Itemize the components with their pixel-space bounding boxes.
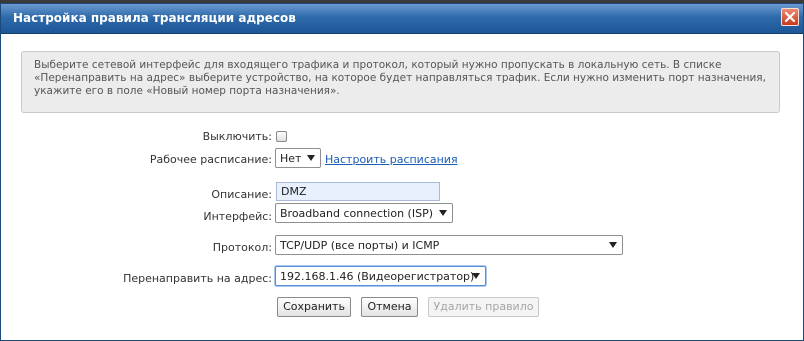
interface-select[interactable]: Broadband connection (ISP) [275, 203, 453, 223]
schedule-select-value: Нет [280, 152, 302, 165]
chevron-down-icon [439, 210, 447, 216]
disable-label: Выключить: [202, 130, 272, 143]
close-icon [784, 11, 796, 23]
redirect-select[interactable]: 192.168.1.46 (Видеорегистратор) [275, 266, 486, 286]
cancel-button[interactable]: Отмена [361, 297, 418, 317]
dialog-titlebar: Настройка правила трансляции адресов [1, 4, 803, 34]
redirect-label: Перенаправить на адрес: [123, 272, 272, 285]
interface-select-value: Broadband connection (ISP) [280, 207, 434, 220]
chevron-down-icon [609, 242, 617, 248]
configure-schedules-link[interactable]: Настроить расписания [325, 153, 458, 166]
schedule-label: Рабочее расписание: [149, 153, 272, 166]
save-button[interactable]: Сохранить [277, 297, 351, 317]
protocol-label: Протокол: [212, 241, 272, 254]
schedule-select[interactable]: Нет [275, 148, 321, 168]
dialog-title: Настройка правила трансляции адресов [13, 11, 296, 25]
nat-rule-dialog: Настройка правила трансляции адресов Выб… [0, 3, 804, 341]
close-button[interactable] [781, 8, 799, 26]
chevron-down-icon [307, 155, 315, 161]
info-description: Выберите сетевой интерфейс для входящего… [21, 51, 780, 113]
description-input[interactable]: DMZ [276, 182, 440, 201]
interface-label: Интерфейс: [203, 210, 272, 223]
redirect-select-value: 192.168.1.46 (Видеорегистратор) [280, 270, 475, 283]
protocol-select-value: TCP/UDP (все порты) и ICMP [280, 239, 440, 252]
delete-rule-button[interactable]: Удалить правило [428, 297, 539, 317]
disable-checkbox[interactable] [276, 131, 287, 142]
chevron-down-icon [472, 273, 480, 279]
protocol-select[interactable]: TCP/UDP (все порты) и ICMP [275, 235, 623, 255]
description-label: Описание: [211, 188, 272, 201]
